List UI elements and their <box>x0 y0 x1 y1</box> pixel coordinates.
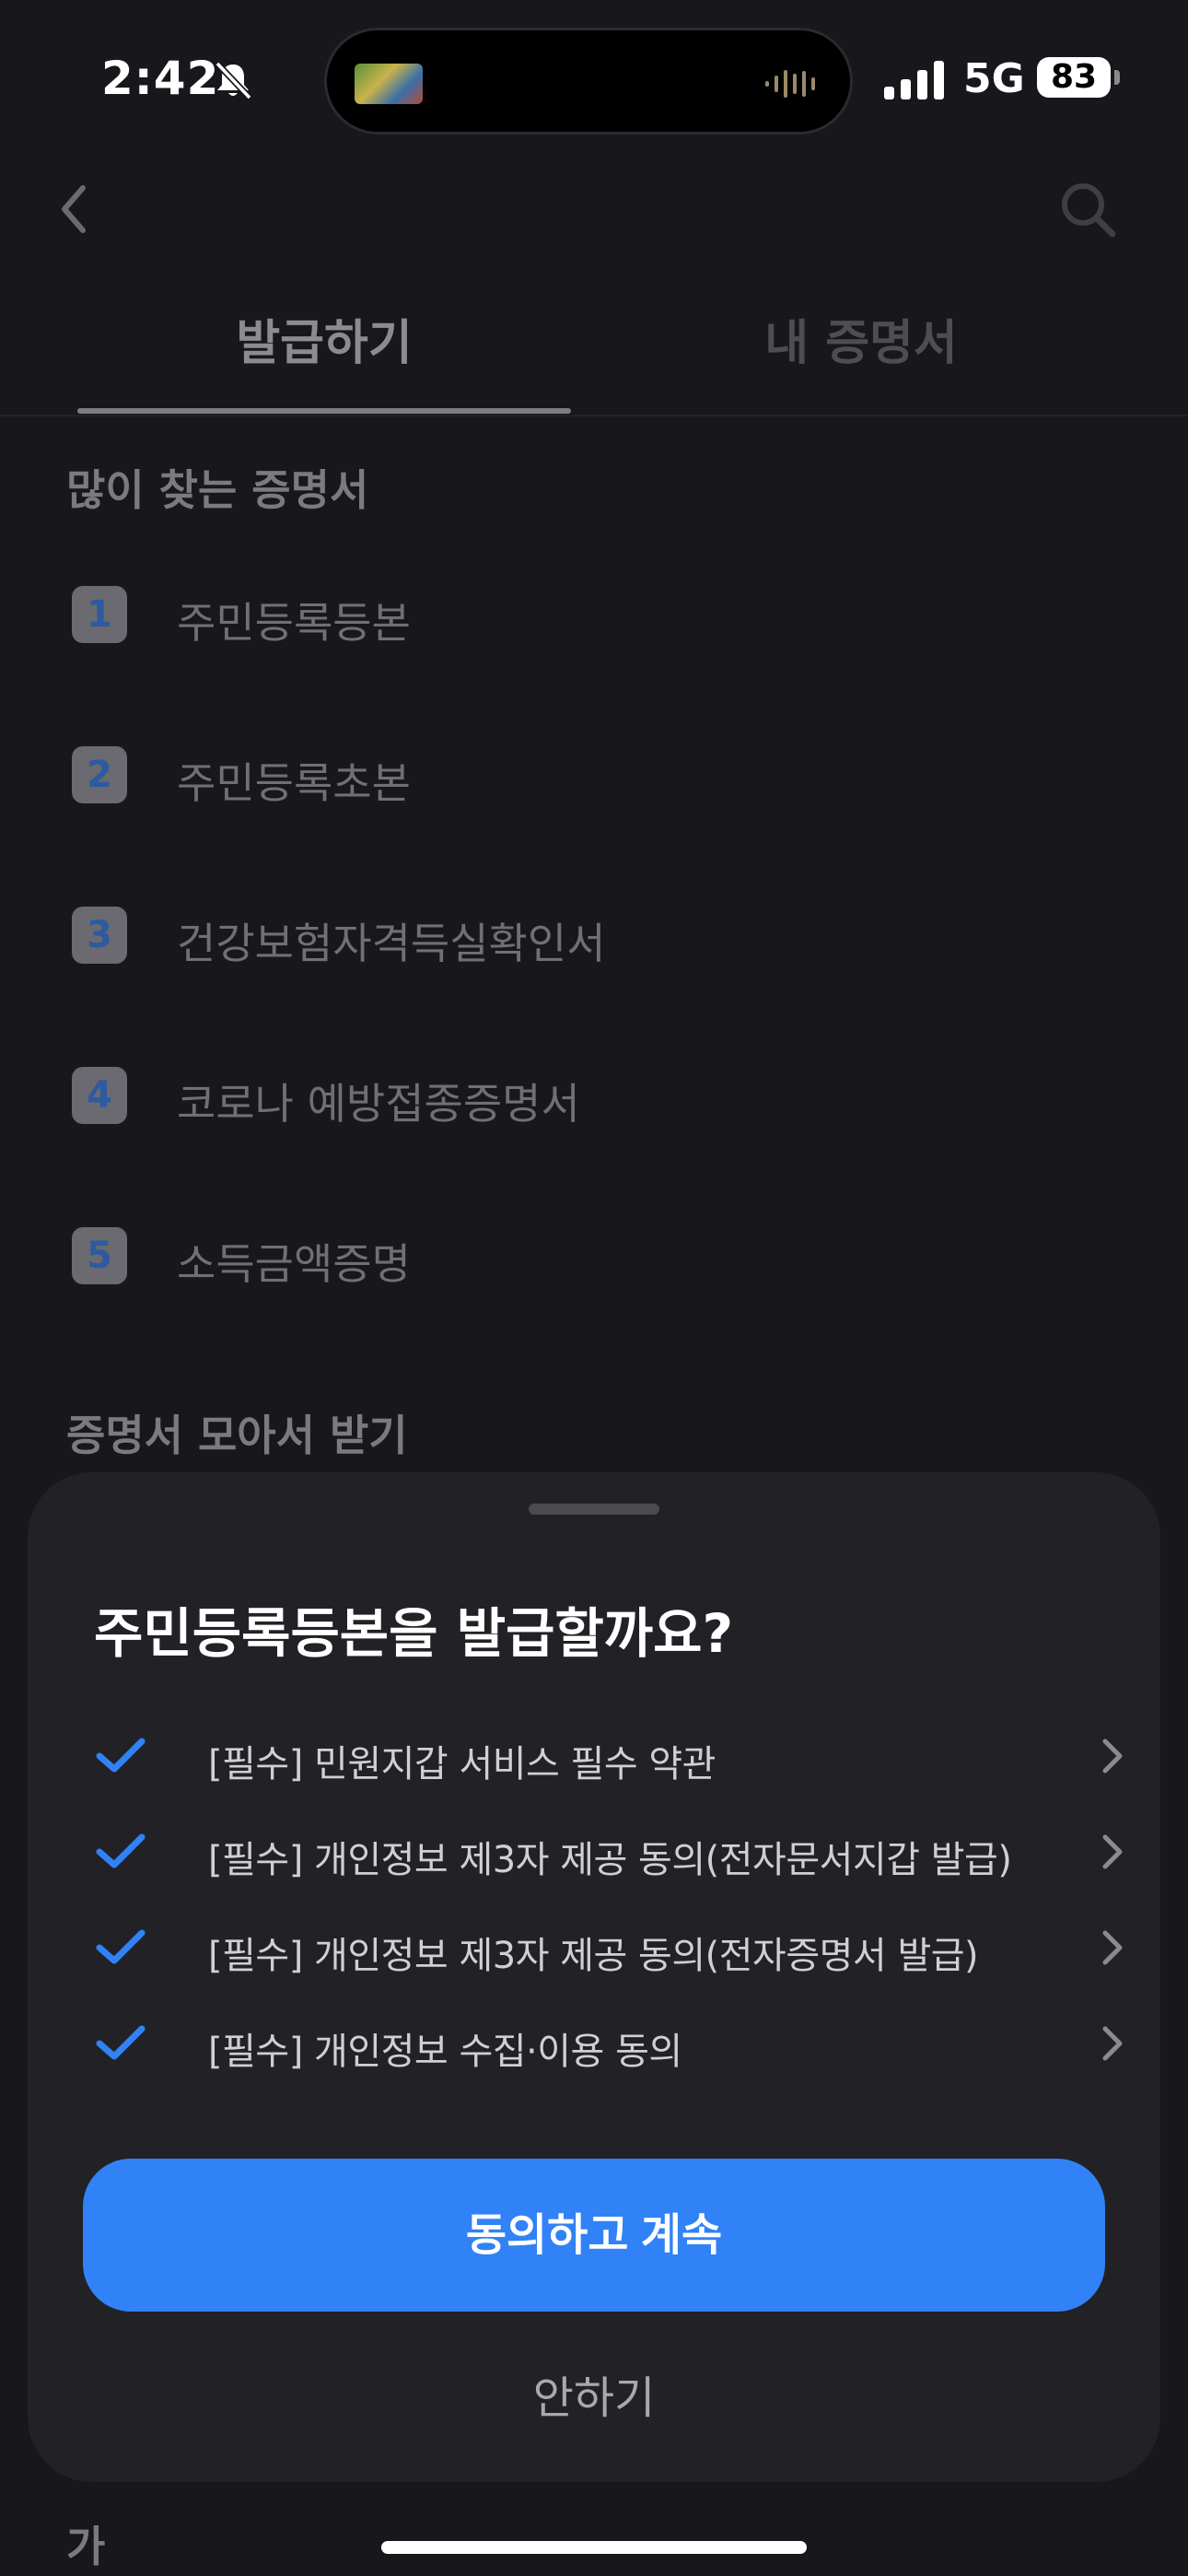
audio-wave-icon <box>765 70 815 98</box>
certificate-label: 주민등록등본 <box>177 598 411 648</box>
tab-active-indicator <box>77 408 571 414</box>
popular-item-3[interactable]: 3 건강보험자격득실확인서 <box>72 907 1085 968</box>
search-icon[interactable] <box>1055 177 1120 241</box>
status-time: 2:42 <box>101 52 220 105</box>
now-playing-thumbnail <box>355 64 423 104</box>
consent-label: [필수] 개인정보 수집·이용 동의 <box>208 2031 682 2073</box>
bell-slash-icon <box>215 61 252 100</box>
battery-tip <box>1114 70 1120 85</box>
rank-badge: 5 <box>72 1227 127 1284</box>
network-type: 5G <box>963 55 1025 102</box>
certificate-label: 주민등록초본 <box>177 758 411 808</box>
consent-bottom-sheet: 주민등록등본을 발급할까요? [필수] 민원지갑 서비스 필수 약관 [필수] … <box>28 1472 1160 2482</box>
popular-item-2[interactable]: 2 주민등록초본 <box>72 746 1085 808</box>
consent-label: [필수] 민원지갑 서비스 필수 약관 <box>208 1743 716 1786</box>
decline-button[interactable]: 안하기 <box>396 2348 792 2449</box>
tab-issue[interactable]: 발급하기 <box>77 304 571 373</box>
checkmark-icon[interactable] <box>94 2020 147 2066</box>
consent-item-data-collection[interactable]: [필수] 개인정보 수집·이용 동의 <box>94 2007 1125 2080</box>
chevron-right-icon[interactable] <box>1098 1832 1125 1872</box>
chevron-right-icon[interactable] <box>1098 1736 1125 1776</box>
checkmark-icon[interactable] <box>94 1828 147 1874</box>
certificate-label: 소득금액증명 <box>177 1239 411 1289</box>
sheet-title: 주민등록등본을 발급할까요? <box>94 1602 734 1665</box>
rank-badge: 2 <box>72 746 127 803</box>
dynamic-island[interactable] <box>324 28 853 135</box>
screen: 2:42 5G 83 발급하기 내 증명서 많이 찾는 증명서 1 주민등록등본… <box>0 0 1188 2576</box>
popular-item-1[interactable]: 1 주민등록등본 <box>72 586 1085 648</box>
checkmark-icon[interactable] <box>94 1732 147 1778</box>
chevron-right-icon[interactable] <box>1098 1927 1125 1968</box>
consent-label: [필수] 개인정보 제3자 제공 동의(전자증명서 발급) <box>208 1935 979 1977</box>
popular-item-4[interactable]: 4 코로나 예방접종증명서 <box>72 1067 1085 1129</box>
consent-item-service-terms[interactable]: [필수] 민원지갑 서비스 필수 약관 <box>94 1719 1125 1793</box>
consent-item-third-party-wallet[interactable]: [필수] 개인정보 제3자 제공 동의(전자문서지갑 발급) <box>94 1815 1125 1889</box>
rank-badge: 1 <box>72 586 127 643</box>
partial-list-text: 가 <box>66 2522 106 2571</box>
battery-indicator: 83 <box>1037 57 1111 98</box>
bundle-section-title: 증명서 모아서 받기 <box>66 1411 408 1460</box>
tab-my-certificates[interactable]: 내 증명서 <box>608 304 1114 373</box>
sheet-drag-handle[interactable] <box>529 1504 659 1515</box>
chevron-right-icon[interactable] <box>1098 2023 1125 2064</box>
tab-divider <box>0 415 1188 416</box>
rank-badge: 3 <box>72 907 127 964</box>
consent-label: [필수] 개인정보 제3자 제공 동의(전자문서지갑 발급) <box>208 1839 1012 1881</box>
agree-and-continue-button[interactable]: 동의하고 계속 <box>83 2159 1105 2312</box>
certificate-label: 건강보험자격득실확인서 <box>177 919 606 968</box>
popular-section-title: 많이 찾는 증명서 <box>66 465 369 515</box>
consent-item-third-party-certificate[interactable]: [필수] 개인정보 제3자 제공 동의(전자증명서 발급) <box>94 1911 1125 1985</box>
back-arrow-icon[interactable] <box>52 177 98 241</box>
home-indicator[interactable] <box>381 2541 807 2554</box>
cellular-signal-icon <box>884 61 944 100</box>
checkmark-icon[interactable] <box>94 1924 147 1970</box>
rank-badge: 4 <box>72 1067 127 1124</box>
popular-item-5[interactable]: 5 소득금액증명 <box>72 1227 1085 1289</box>
certificate-label: 코로나 예방접종증명서 <box>177 1079 580 1129</box>
